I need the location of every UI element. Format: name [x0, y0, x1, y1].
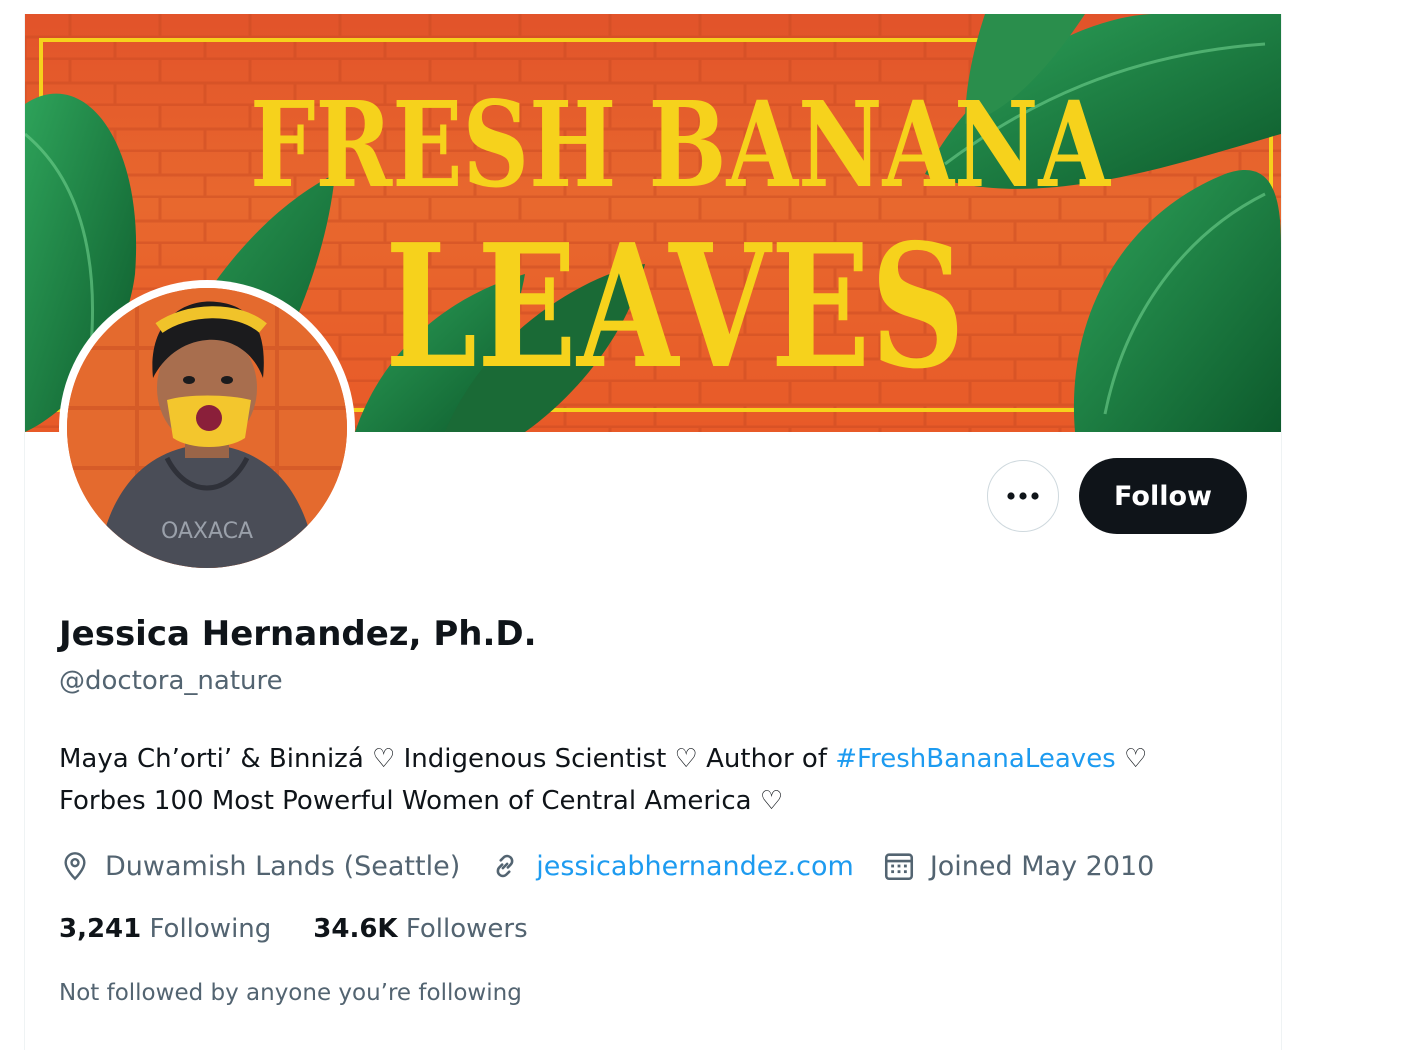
- bio-text: Maya Ch’orti’ & Binnizá ♡ Indigenous Sci…: [59, 744, 836, 774]
- calendar-icon: [884, 853, 913, 881]
- bio-text: ♡: [1115, 744, 1148, 774]
- followers-count: 34.6K: [313, 914, 398, 944]
- follow-button[interactable]: Follow: [1079, 458, 1247, 534]
- location-item: Duwamish Lands (Seattle): [59, 849, 460, 883]
- follow-stats: 3,241 Following 34.6K Followers: [59, 914, 570, 944]
- bio-line-2: Forbes 100 Most Powerful Women of Centra…: [59, 786, 784, 816]
- following-link[interactable]: 3,241 Following: [59, 914, 271, 944]
- ellipsis-icon: [1007, 492, 1039, 500]
- profile-meta: Duwamish Lands (Seattle) jessicabhernand…: [59, 846, 1182, 886]
- following-count: 3,241: [59, 914, 142, 944]
- followed-by-note: Not followed by anyone you’re following: [59, 980, 522, 1006]
- bio-line-1: Maya Ch’orti’ & Binnizá ♡ Indigenous Sci…: [59, 738, 1259, 780]
- joined-item: Joined May 2010: [882, 849, 1155, 883]
- profile-card: FRESH BANANA LEAVES OAXACA Follow Jessic…: [24, 14, 1282, 1050]
- profile-handle: @doctora_nature: [59, 666, 283, 696]
- profile-name: Jessica Hernandez, Ph.D.: [59, 614, 537, 654]
- website-item: jessicabhernandez.com: [488, 849, 854, 883]
- avatar-hoodie-text: OAXACA: [161, 519, 253, 544]
- followers-label: Followers: [405, 914, 528, 944]
- profile-bio: Maya Ch’orti’ & Binnizá ♡ Indigenous Sci…: [59, 738, 1259, 822]
- website-link[interactable]: jessicabhernandez.com: [536, 851, 854, 882]
- link-icon: [496, 854, 514, 878]
- joined-text: Joined May 2010: [929, 850, 1155, 882]
- hashtag-link[interactable]: #FreshBananaLeaves: [835, 744, 1115, 774]
- avatar[interactable]: OAXACA: [59, 280, 355, 576]
- more-options-button[interactable]: [987, 460, 1059, 532]
- avatar-image: OAXACA: [67, 288, 347, 568]
- followers-link[interactable]: 34.6K Followers: [313, 914, 527, 944]
- banner-title-line1: FRESH BANANA: [250, 75, 1111, 214]
- following-label: Following: [149, 914, 272, 944]
- location-pin-icon: [64, 852, 86, 881]
- location-text: Duwamish Lands (Seattle): [105, 850, 461, 882]
- banner-title-line2: LEAVES: [385, 207, 965, 407]
